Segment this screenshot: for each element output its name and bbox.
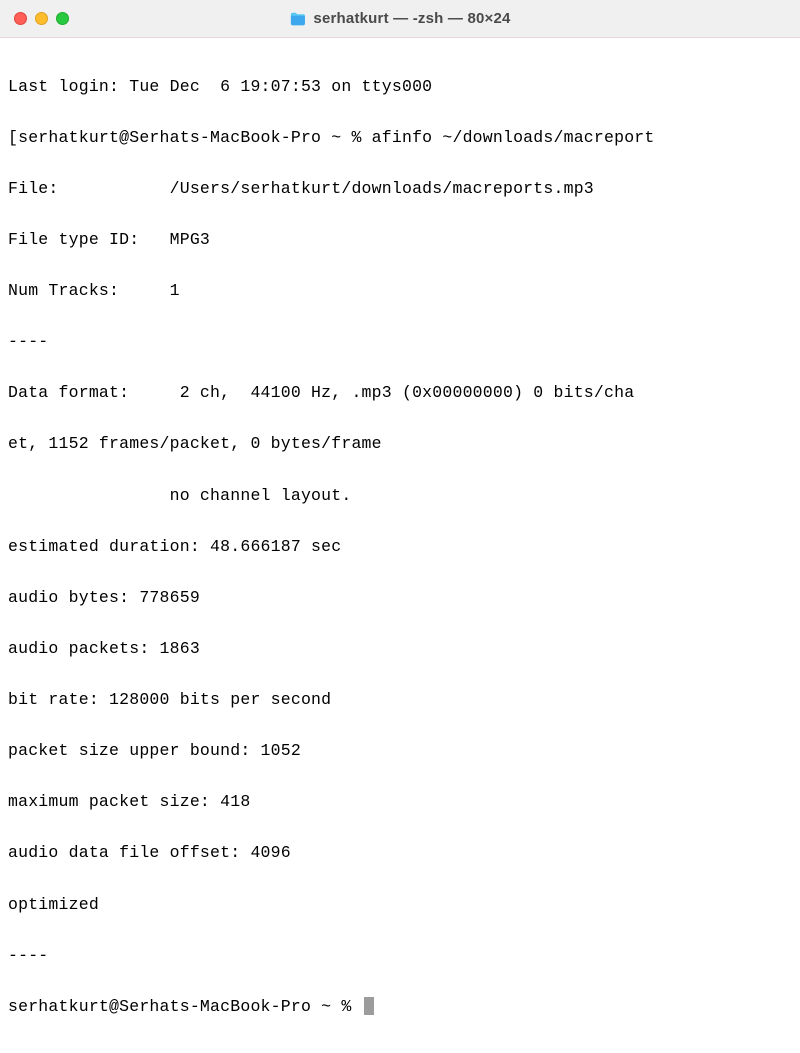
terminal-line: ---- <box>8 329 792 355</box>
terminal-line: Data format: 2 ch, 44100 Hz, .mp3 (0x000… <box>8 380 792 406</box>
terminal-viewport[interactable]: Last login: Tue Dec 6 19:07:53 on ttys00… <box>0 38 800 1053</box>
terminal-line: Last login: Tue Dec 6 19:07:53 on ttys00… <box>8 74 792 100</box>
terminal-line: audio data file offset: 4096 <box>8 840 792 866</box>
minimize-window-button[interactable] <box>35 12 48 25</box>
window-title: serhatkurt — -zsh — 80×24 <box>313 10 510 27</box>
terminal-line: optimized <box>8 892 792 918</box>
maximize-window-button[interactable] <box>56 12 69 25</box>
terminal-line: packet size upper bound: 1052 <box>8 738 792 764</box>
terminal-prompt: serhatkurt@Serhats-MacBook-Pro ~ % <box>8 997 362 1016</box>
terminal-line: estimated duration: 48.666187 sec <box>8 534 792 560</box>
cursor-icon <box>364 997 374 1015</box>
terminal-line: bit rate: 128000 bits per second <box>8 687 792 713</box>
terminal-line: ---- <box>8 943 792 969</box>
folder-icon <box>289 12 306 26</box>
terminal-line: maximum packet size: 418 <box>8 789 792 815</box>
terminal-line: no channel layout. <box>8 483 792 509</box>
window-titlebar: serhatkurt — -zsh — 80×24 <box>0 0 800 38</box>
terminal-line: et, 1152 frames/packet, 0 bytes/frame <box>8 431 792 457</box>
terminal-line: File: /Users/serhatkurt/downloads/macrep… <box>8 176 792 202</box>
terminal-line: Num Tracks: 1 <box>8 278 792 304</box>
window-controls <box>14 12 69 25</box>
terminal-line: audio bytes: 778659 <box>8 585 792 611</box>
window-title-group: serhatkurt — -zsh — 80×24 <box>289 10 510 27</box>
terminal-prompt-line: serhatkurt@Serhats-MacBook-Pro ~ % <box>8 994 792 1020</box>
terminal-line: File type ID: MPG3 <box>8 227 792 253</box>
close-window-button[interactable] <box>14 12 27 25</box>
terminal-line: [serhatkurt@Serhats-MacBook-Pro ~ % afin… <box>8 125 792 151</box>
terminal-line: audio packets: 1863 <box>8 636 792 662</box>
